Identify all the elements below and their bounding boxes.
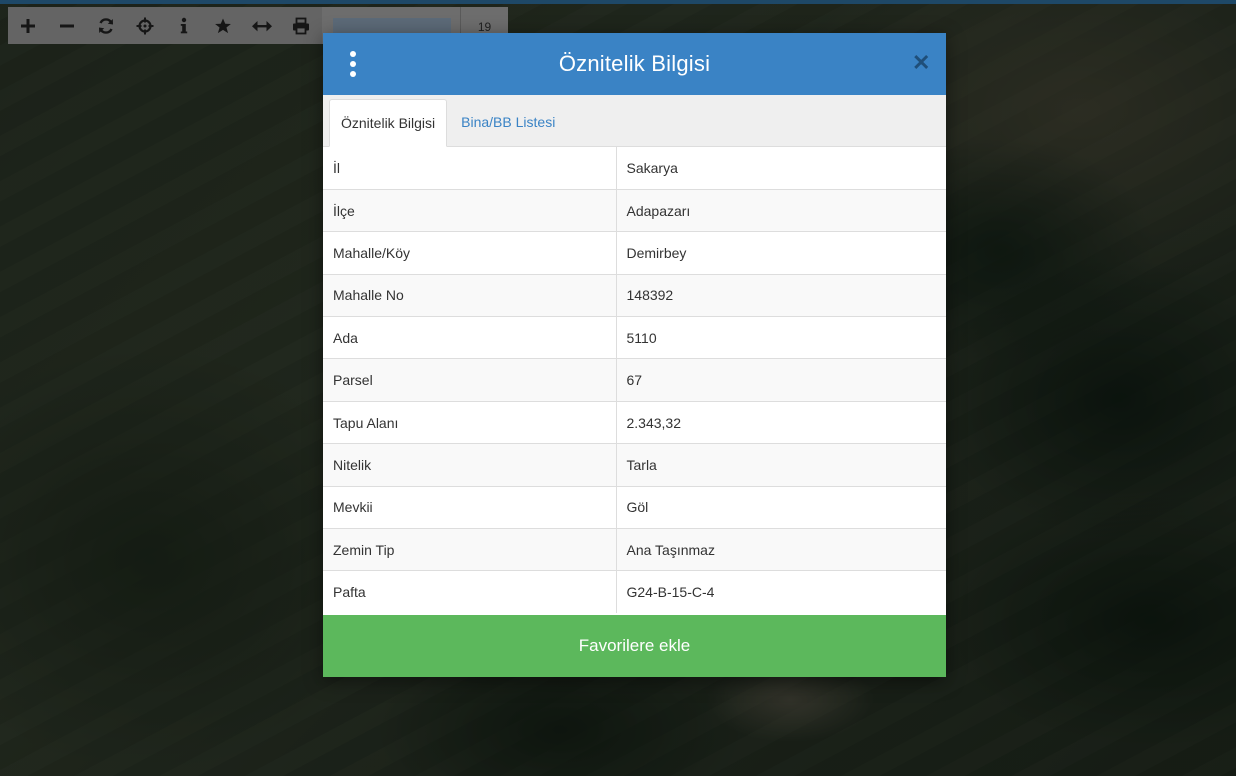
zoom-in-button[interactable] bbox=[8, 7, 47, 44]
table-row: Mahalle/Köy Demirbey bbox=[323, 231, 946, 275]
row-value: Tarla bbox=[616, 443, 946, 487]
table-row: İlçe Adapazarı bbox=[323, 188, 946, 232]
arrows-horizontal-icon bbox=[251, 20, 272, 31]
row-key: İlçe bbox=[323, 188, 617, 232]
row-value: 148392 bbox=[616, 273, 946, 317]
row-value: Sakarya bbox=[626, 159, 678, 176]
row-key: Mahalle No bbox=[323, 273, 617, 317]
close-icon[interactable]: ✕ bbox=[912, 52, 930, 74]
table-row: Nitelik Tarla bbox=[323, 443, 946, 487]
refresh-icon bbox=[98, 17, 113, 34]
row-value: Demirbey bbox=[616, 231, 946, 275]
row-value: Ana Taşınmaz bbox=[616, 528, 946, 571]
modal-header: Öznitelik Bilgisi ✕ bbox=[323, 33, 946, 95]
top-accent-bar bbox=[0, 0, 1236, 4]
attribute-table: İl Sakarya İlçe Adapazarı Mahalle/Köy Demir… bbox=[323, 147, 946, 614]
table-row: Ada 5110 bbox=[323, 316, 946, 359]
kebab-menu-icon[interactable] bbox=[345, 51, 361, 77]
row-value: 2.343,32 bbox=[616, 400, 946, 444]
row-key: Zemin Tip bbox=[323, 528, 617, 571]
row-value: 5110 bbox=[616, 316, 946, 359]
table-row: Mevkii Göl bbox=[323, 485, 946, 529]
zoom-out-icon bbox=[59, 24, 74, 27]
row-key: Mevkii bbox=[323, 485, 617, 529]
row-key: Ada bbox=[323, 316, 617, 359]
row-key: İl bbox=[323, 147, 617, 190]
row-key: Pafta bbox=[323, 570, 617, 614]
table-row: Zemin Tip Ana Taşınmaz bbox=[323, 528, 946, 571]
info-button[interactable] bbox=[164, 7, 203, 44]
modal-title: Öznitelik Bilgisi bbox=[558, 51, 711, 76]
favorites-button[interactable] bbox=[203, 7, 242, 44]
tab-attribute-info[interactable]: Öznitelik Bilgisi bbox=[329, 99, 448, 147]
print-icon bbox=[292, 17, 309, 34]
row-value: 67 bbox=[616, 358, 946, 402]
modal-tabs: Öznitelik Bilgisi Bina/BB Listesi bbox=[323, 95, 946, 147]
measure-button[interactable] bbox=[242, 7, 281, 44]
print-button[interactable] bbox=[281, 7, 320, 44]
row-value: Göl bbox=[616, 485, 946, 529]
row-key: Mahalle/Köy bbox=[323, 231, 617, 275]
zoom-out-button[interactable] bbox=[47, 7, 86, 44]
info-icon bbox=[180, 17, 187, 33]
row-value: G24-B-15-C-4 bbox=[616, 570, 946, 614]
refresh-button[interactable] bbox=[86, 7, 125, 44]
table-row: Tapu Alanı 2.343,32 bbox=[323, 400, 946, 444]
star-icon bbox=[214, 18, 231, 33]
table-row: Mahalle No 148392 bbox=[323, 273, 946, 317]
zoom-in-icon bbox=[20, 18, 35, 33]
row-key: Tapu Alanı bbox=[323, 400, 617, 444]
table-row: İl Sakarya bbox=[323, 147, 946, 190]
table-row: Pafta G24-B-15-C-4 bbox=[323, 570, 946, 614]
row-key: Parsel bbox=[323, 358, 617, 402]
locate-button[interactable] bbox=[125, 7, 164, 44]
table-row: Parsel 67 bbox=[323, 358, 946, 402]
add-to-favorites-button[interactable]: Favorilere ekle bbox=[323, 615, 946, 677]
crosshair-icon bbox=[136, 17, 153, 34]
row-key: Nitelik bbox=[323, 443, 617, 487]
tab-building-list[interactable]: Bina/BB Listesi bbox=[447, 98, 566, 146]
row-value: Adapazarı bbox=[616, 188, 946, 232]
attribute-info-modal: Öznitelik Bilgisi ✕ Öznitelik Bilgisi Bi… bbox=[323, 33, 946, 677]
